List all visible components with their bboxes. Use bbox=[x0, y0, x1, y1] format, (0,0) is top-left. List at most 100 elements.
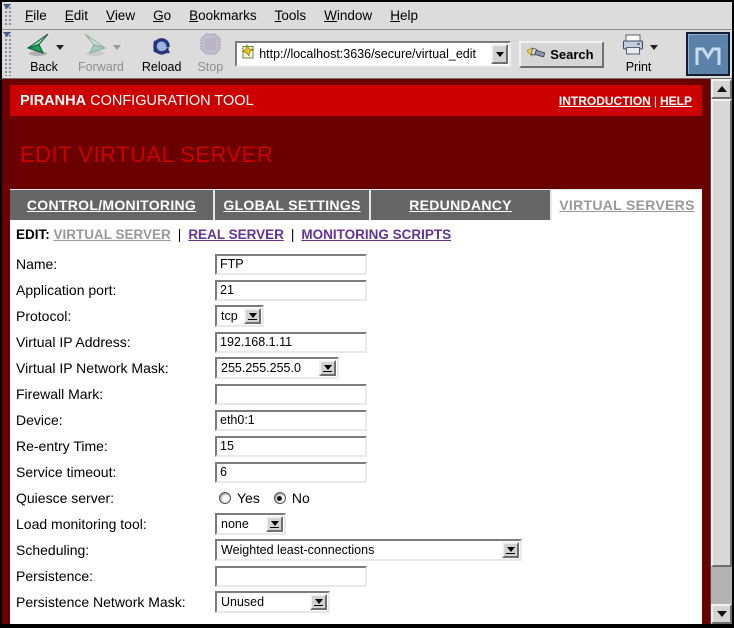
field-label: Quiesce server: bbox=[16, 490, 215, 506]
reload-icon bbox=[149, 32, 175, 63]
field-label: Service timeout: bbox=[16, 464, 215, 480]
forward-button[interactable]: Forward bbox=[78, 35, 124, 74]
field-label: Device: bbox=[16, 412, 215, 428]
back-button[interactable]: Back bbox=[24, 35, 64, 74]
load-monitoring-tool-select[interactable]: none bbox=[215, 513, 286, 535]
navigation-toolbar: Back Forward bbox=[2, 30, 732, 79]
page-title: EDIT VIRTUAL SERVER bbox=[20, 142, 710, 168]
app-header-band: PIRANHA CONFIGURATION TOOL INTRODUCTION|… bbox=[10, 85, 702, 116]
tab-bar: CONTROL/MONITORING GLOBAL SETTINGS REDUN… bbox=[10, 189, 702, 220]
url-dropdown-button[interactable] bbox=[491, 44, 508, 64]
menubar-grippy[interactable] bbox=[3, 4, 12, 27]
reload-button[interactable]: Reload bbox=[142, 35, 182, 74]
form-row: Firewall Mark: bbox=[16, 381, 702, 407]
menu-item-help[interactable]: Help bbox=[381, 3, 427, 29]
quiesce-no-label: No bbox=[292, 490, 310, 506]
chevron-down-icon[interactable] bbox=[266, 516, 283, 532]
field-label: Virtual IP Network Mask: bbox=[16, 360, 215, 376]
field-label: Scheduling: bbox=[16, 542, 215, 558]
quiesce-yes-radio[interactable] bbox=[219, 492, 231, 504]
subnav-prefix: EDIT: bbox=[16, 227, 50, 242]
tab-redundancy[interactable]: REDUNDANCY bbox=[371, 190, 550, 220]
persistence-input[interactable] bbox=[215, 566, 367, 587]
chevron-down-icon[interactable] bbox=[244, 308, 261, 324]
vertical-scrollbar bbox=[710, 79, 732, 624]
form-row: Persistence Network Mask: Unused bbox=[16, 589, 702, 615]
menu-item-bookmarks[interactable]: Bookmarks bbox=[180, 3, 266, 29]
form-row: Persistence: bbox=[16, 563, 702, 589]
scrollbar-track[interactable] bbox=[711, 567, 732, 604]
field-label: Load monitoring tool: bbox=[16, 516, 215, 532]
virtual-ip-address-input[interactable] bbox=[215, 332, 367, 353]
forward-dropdown-icon bbox=[113, 45, 121, 50]
application-port-input[interactable] bbox=[215, 280, 367, 301]
form-row: Virtual IP Network Mask: 255.255.255.0 bbox=[16, 355, 702, 381]
form-row: Load monitoring tool: none bbox=[16, 511, 702, 537]
tab-global-settings[interactable]: GLOBAL SETTINGS bbox=[215, 190, 369, 220]
edit-subnav: EDIT: VIRTUAL SERVER | REAL SERVER | MON… bbox=[10, 220, 702, 248]
back-dropdown-icon[interactable] bbox=[56, 45, 64, 50]
help-link[interactable]: HELP bbox=[660, 94, 692, 108]
protocol-select[interactable]: tcp bbox=[215, 305, 264, 327]
virtual-server-form: Name: Application port: Protocol: tcp bbox=[10, 248, 702, 615]
menu-bar: File Edit View Go Bookmarks Tools Window… bbox=[2, 2, 732, 30]
field-label: Re-entry Time: bbox=[16, 438, 215, 454]
search-button[interactable]: Search bbox=[519, 41, 603, 68]
form-row: Protocol: tcp bbox=[16, 303, 702, 329]
print-dropdown-icon[interactable] bbox=[650, 45, 658, 50]
menu-item-window[interactable]: Window bbox=[315, 3, 381, 29]
re-entry-time-input[interactable] bbox=[215, 436, 367, 457]
field-label: Name: bbox=[16, 256, 215, 272]
stop-icon bbox=[198, 32, 222, 63]
device-input[interactable] bbox=[215, 410, 367, 431]
menu-item-view[interactable]: View bbox=[97, 3, 144, 29]
form-row: Re-entry Time: bbox=[16, 433, 702, 459]
firewall-mark-input[interactable] bbox=[215, 384, 367, 405]
scroll-down-button[interactable] bbox=[711, 604, 732, 624]
chevron-down-icon[interactable] bbox=[310, 594, 327, 610]
scheduling-select[interactable]: Weighted least-connections bbox=[215, 539, 522, 561]
back-icon bbox=[24, 32, 52, 63]
browser-window: File Edit View Go Bookmarks Tools Window… bbox=[0, 0, 734, 628]
menu-item-go[interactable]: Go bbox=[144, 3, 180, 29]
quiesce-no-radio[interactable] bbox=[274, 492, 286, 504]
subnav-link-real-server[interactable]: REAL SERVER bbox=[188, 227, 284, 242]
scrollbar-thumb[interactable] bbox=[711, 99, 732, 567]
chevron-down-icon[interactable] bbox=[502, 542, 519, 558]
form-row: Name: bbox=[16, 251, 702, 277]
chevron-down-icon[interactable] bbox=[319, 360, 336, 376]
field-label: Virtual IP Address: bbox=[16, 334, 215, 350]
app-title: PIRANHA CONFIGURATION TOOL bbox=[20, 93, 254, 109]
subnav-link-monitoring-scripts[interactable]: MONITORING SCRIPTS bbox=[301, 227, 451, 242]
toolbar-grippy[interactable] bbox=[3, 32, 12, 76]
form-row: Quiesce server: Yes No bbox=[16, 485, 702, 511]
print-button[interactable]: Print bbox=[620, 35, 658, 74]
url-input[interactable]: http://localhost:3636/secure/virtual_edi… bbox=[256, 47, 491, 61]
forward-icon bbox=[81, 32, 109, 63]
form-row: Virtual IP Address: bbox=[16, 329, 702, 355]
introduction-link[interactable]: INTRODUCTION bbox=[559, 94, 651, 108]
field-label: Protocol: bbox=[16, 308, 215, 324]
tab-virtual-servers[interactable]: VIRTUAL SERVERS bbox=[552, 190, 702, 220]
field-label: Firewall Mark: bbox=[16, 386, 215, 402]
stop-button[interactable]: Stop bbox=[197, 35, 223, 74]
scroll-up-button[interactable] bbox=[711, 79, 732, 99]
subnav-link-virtual-server[interactable]: VIRTUAL SERVER bbox=[54, 227, 171, 242]
form-row: Scheduling: Weighted least-connections bbox=[16, 537, 702, 563]
quiesce-yes-label: Yes bbox=[237, 490, 260, 506]
service-timeout-input[interactable] bbox=[215, 462, 367, 483]
mozilla-logo[interactable] bbox=[686, 32, 730, 76]
arrow-up-icon bbox=[717, 86, 727, 92]
print-icon bbox=[620, 33, 646, 62]
name-input[interactable] bbox=[215, 254, 367, 275]
menu-item-tools[interactable]: Tools bbox=[266, 3, 316, 29]
field-label: Persistence: bbox=[16, 568, 215, 584]
field-label: Persistence Network Mask: bbox=[16, 594, 215, 610]
menu-item-edit[interactable]: Edit bbox=[56, 3, 97, 29]
persistence-network-mask-select[interactable]: Unused bbox=[215, 591, 330, 613]
tab-control-monitoring[interactable]: CONTROL/MONITORING bbox=[10, 190, 213, 220]
menu-item-file[interactable]: File bbox=[16, 3, 56, 29]
bookmark-page-icon[interactable] bbox=[240, 44, 256, 65]
url-bar[interactable]: http://localhost:3636/secure/virtual_edi… bbox=[235, 41, 511, 67]
virtual-ip-network-mask-select[interactable]: 255.255.255.0 bbox=[215, 357, 339, 379]
